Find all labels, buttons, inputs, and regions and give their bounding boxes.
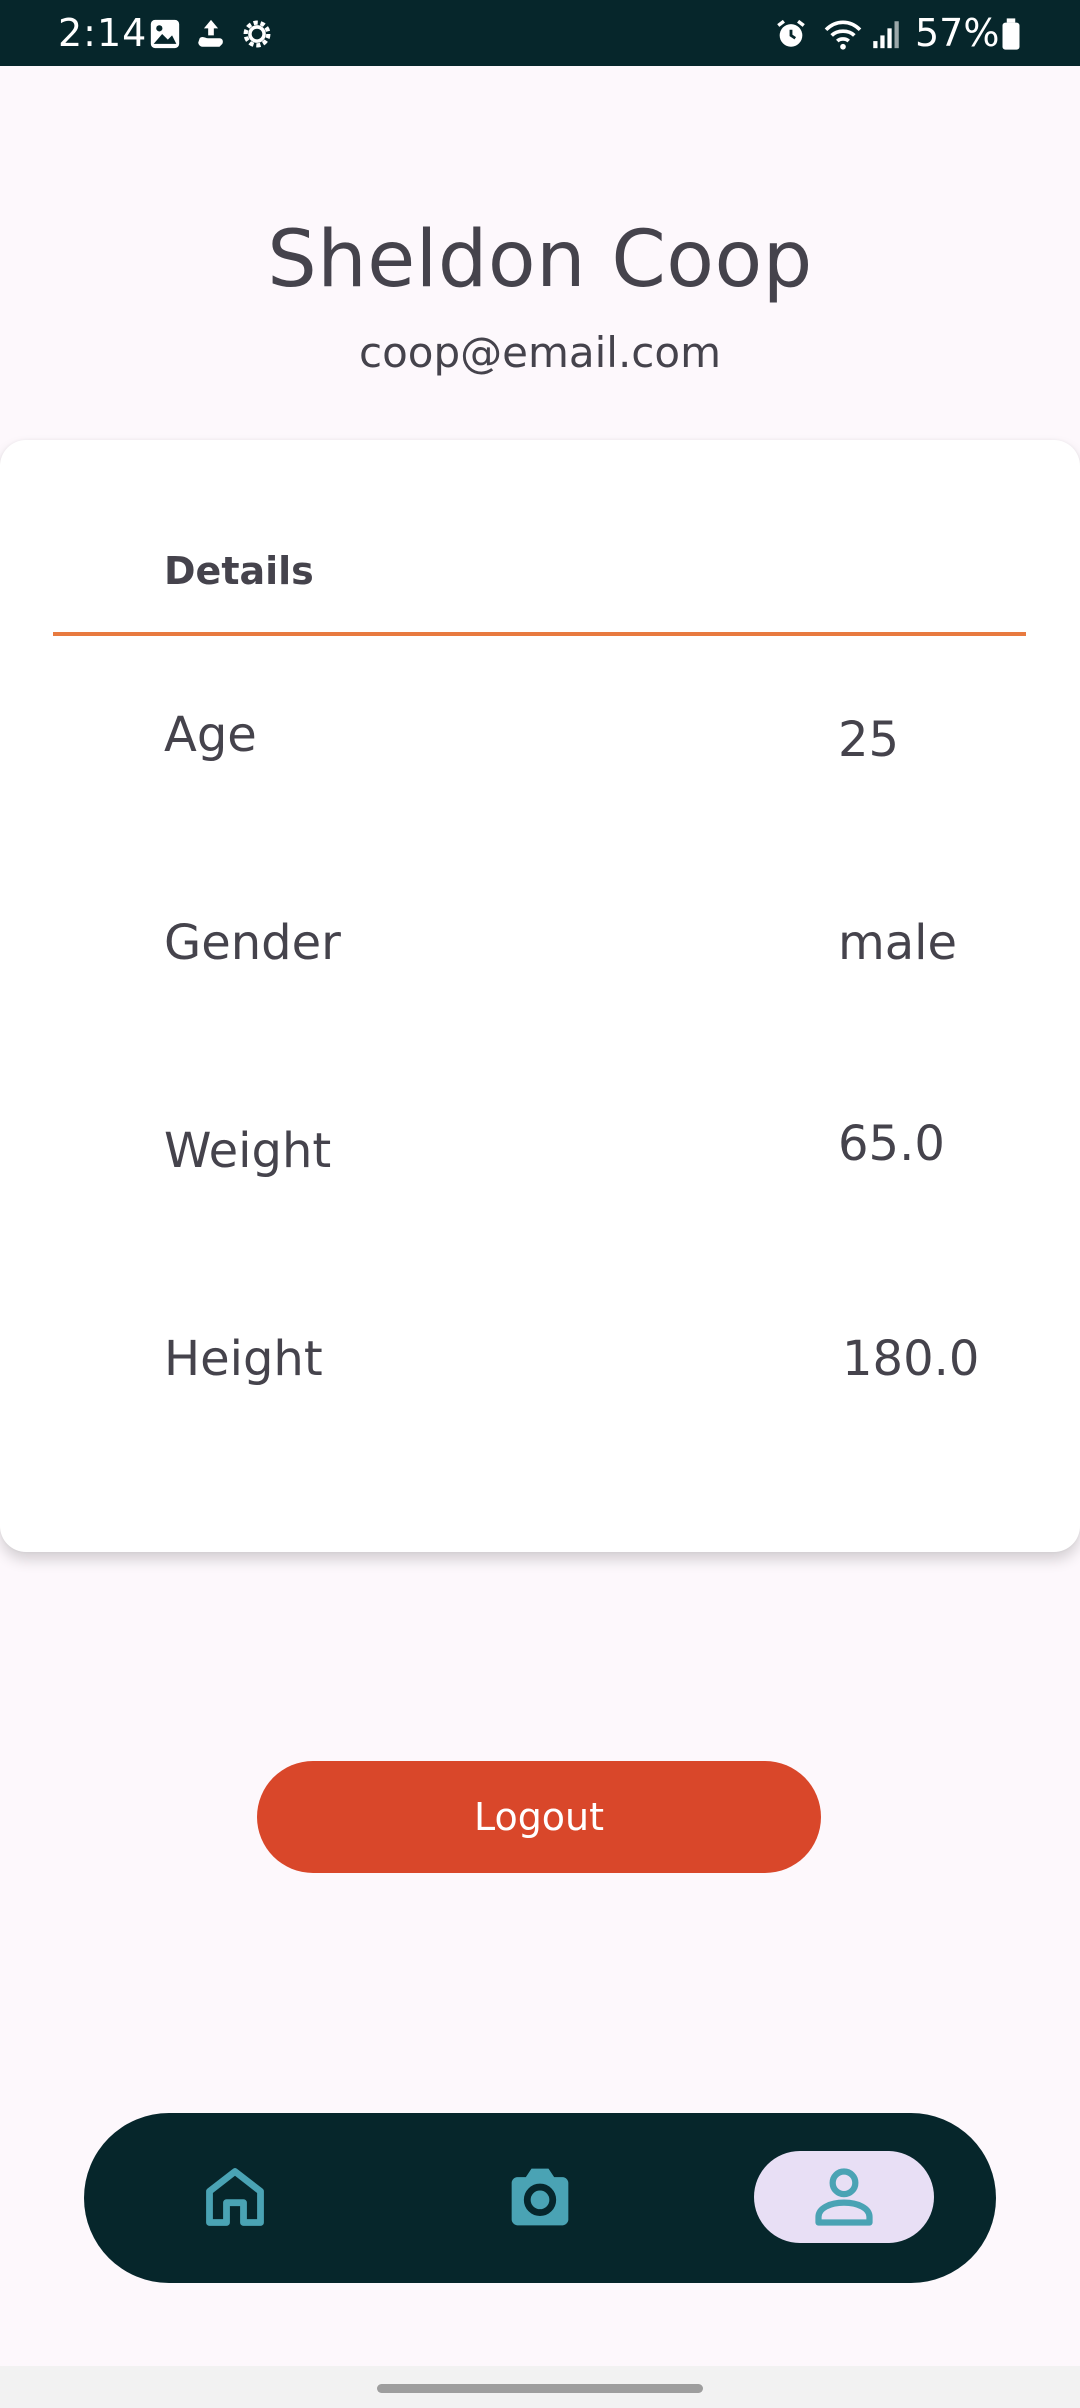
camera-icon [511,2168,569,2226]
gallery-icon [148,17,182,51]
nav-item-camera[interactable] [450,2151,630,2243]
details-card: Details Age 25 Gender male Weight 65.0 H… [0,440,1080,1552]
signal-icon [870,17,902,51]
battery-percent: 57% [915,11,1000,55]
profile-email: coop@email.com [358,328,722,377]
settings-icon [240,17,274,51]
nav-item-profile[interactable] [754,2151,934,2243]
age-value: 25 [838,712,900,768]
nav-item-home[interactable] [145,2151,325,2243]
wifi-icon [822,17,864,51]
age-label: Age [164,707,257,763]
tab-indicator [53,632,1026,636]
height-label: Height [164,1331,323,1387]
profile-name: Sheldon Coop [267,215,813,305]
gender-value: male [838,915,958,971]
status-time: 2:14 [58,11,148,55]
home-icon [206,2168,264,2226]
gesture-bar [0,2366,1080,2408]
height-value: 180.0 [842,1331,980,1387]
person-icon [815,2168,873,2226]
weight-label: Weight [164,1123,332,1179]
status-bar: 2:14 57% [0,0,1080,66]
weight-value: 65.0 [838,1116,945,1172]
home-indicator[interactable] [377,2384,703,2393]
logout-button[interactable]: Logout [257,1761,821,1873]
alarm-icon [774,17,808,51]
upload-icon [194,17,228,51]
tab-details[interactable]: Details [164,546,314,596]
gender-label: Gender [164,915,341,971]
battery-icon [1000,17,1022,51]
bottom-navigation [84,2113,996,2283]
